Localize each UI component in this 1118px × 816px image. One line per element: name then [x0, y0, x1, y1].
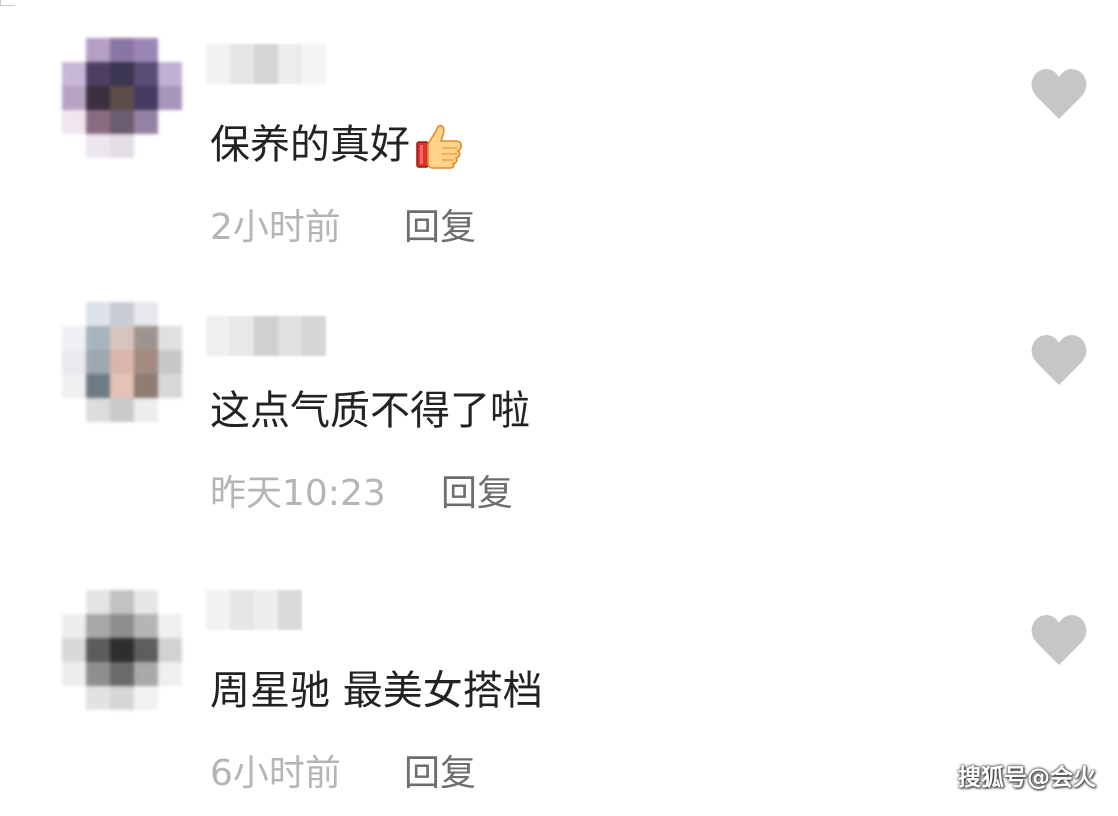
comment-text: 周星驰 最美女搭档: [210, 668, 543, 714]
avatar-blurred[interactable]: [62, 590, 182, 710]
like-heart-icon[interactable]: [1030, 67, 1088, 121]
username-blurred[interactable]: [206, 590, 302, 630]
watermark: 搜狐号@会火: [958, 765, 1096, 791]
avatar-blurred[interactable]: [62, 302, 182, 422]
reply-button[interactable]: 回复: [404, 206, 476, 250]
timestamp: 昨天10:23: [210, 473, 386, 514]
timestamp: 2小时前: [210, 207, 341, 248]
comment-text: 这点气质不得了啦: [210, 388, 530, 434]
thumbs-up-icon: [416, 124, 462, 169]
timestamp: 6小时前: [210, 753, 341, 794]
comment-text: 保养的真好: [210, 120, 466, 173]
username-blurred[interactable]: [206, 316, 326, 356]
comment-item-3: 周星驰 最美女搭档 6小时前 回复: [0, 546, 1118, 816]
comment-item-1: 保养的真好 2小时前 回复: [0, 0, 1118, 270]
like-heart-icon[interactable]: [1030, 613, 1088, 667]
reply-button[interactable]: 回复: [404, 752, 476, 796]
avatar-blurred[interactable]: [62, 38, 182, 158]
username-blurred[interactable]: [206, 44, 326, 84]
like-heart-icon[interactable]: [1030, 333, 1088, 387]
comment-item-2: 这点气质不得了啦 昨天10:23 回复: [0, 266, 1118, 536]
reply-button[interactable]: 回复: [441, 472, 513, 516]
